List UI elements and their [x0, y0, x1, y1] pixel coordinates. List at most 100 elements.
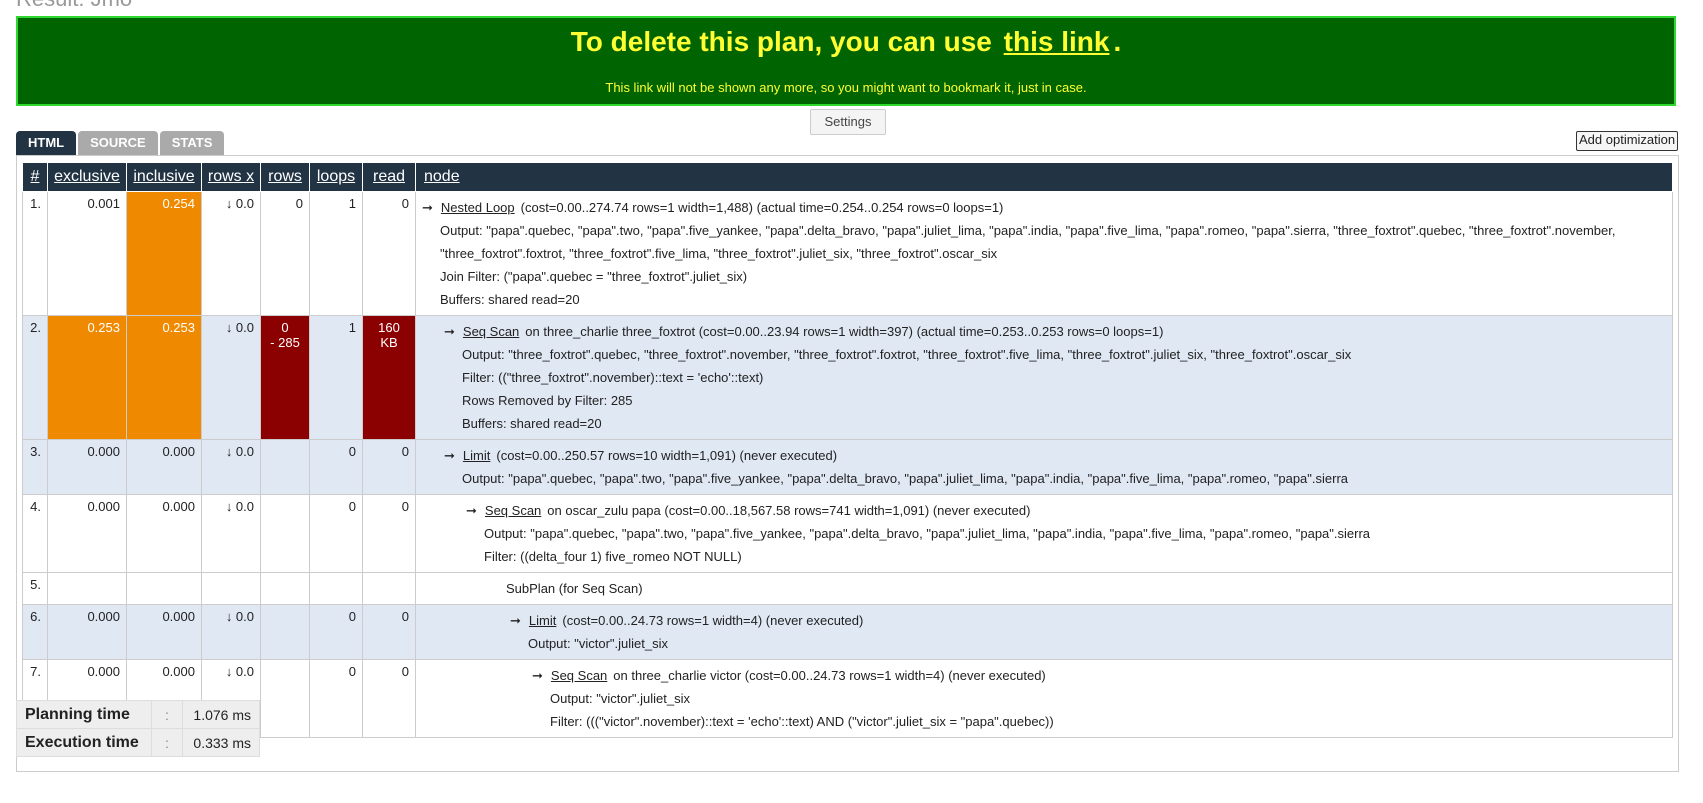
loops-cell: 0: [309, 604, 363, 660]
read-unit: KB: [380, 335, 398, 350]
exclusive-value: 0.253: [87, 320, 120, 335]
planning-time-label: Planning time: [16, 700, 152, 729]
read-cell: 160 KB: [362, 315, 416, 440]
node-detail-line: Output: "victor".juliet_six: [550, 691, 691, 706]
col-exclusive-header[interactable]: exclusive: [47, 162, 127, 192]
settings-button[interactable]: Settings: [810, 109, 886, 135]
inclusive-value: 0.000: [162, 664, 195, 679]
node-type-link[interactable]: Limit: [463, 448, 490, 463]
loops-cell: 0: [309, 659, 363, 738]
banner-text-after: .: [1113, 26, 1122, 57]
row-number: 6.: [22, 604, 48, 660]
delete-plan-link[interactable]: this link: [1004, 26, 1110, 57]
tab-html[interactable]: HTML: [16, 131, 77, 155]
inclusive-cell: 0.000: [126, 604, 202, 660]
read-value: 160: [378, 320, 400, 335]
rows-cell: [260, 494, 310, 573]
node-type-link[interactable]: Seq Scan: [463, 324, 519, 339]
inclusive-cell: 0.000: [126, 439, 202, 495]
row-number-text: 6.: [30, 609, 41, 624]
node-line: ➞ Limit (cost=0.00..24.73 rows=1 width=4) …: [510, 609, 1666, 632]
node-content: ➞ Nested Loop (cost=0.00..274.74 rows=1 wi…: [422, 196, 1666, 311]
col-rowsx-header[interactable]: rows x: [201, 162, 261, 192]
node-type-link[interactable]: Limit: [529, 613, 556, 628]
exclusive-cell: 0.000: [47, 604, 127, 660]
plan-row[interactable]: 1. 0.001 0.254 ↓ 0.0 0 1 0 ➞ Nested Loop (cost=0.…: [22, 191, 1673, 316]
planning-time-value: 1.076 ms: [182, 700, 260, 729]
node-cell: ➞ Seq Scan on three_charlie victor (cost=0…: [415, 659, 1673, 738]
node-detail-line: Output: "three_foxtrot".quebec, "three_f…: [462, 347, 1352, 362]
node-detail-line: Buffers: shared read=20: [462, 416, 602, 431]
loops-cell: 0: [309, 494, 363, 573]
node-summary: on three_charlie three_foxtrot (cost=0.0…: [525, 324, 1164, 339]
rows-cell: 0- 285: [260, 315, 310, 440]
planning-time-row: Planning time : 1.076 ms: [16, 700, 260, 729]
node-type-link[interactable]: Seq Scan: [485, 503, 541, 518]
plan-row[interactable]: 5. SubPlan (for Seq Scan): [22, 572, 1673, 605]
node-cell: ➞ Limit (cost=0.00..24.73 rows=1 width=4) …: [415, 604, 1673, 660]
node-type-link[interactable]: Nested Loop: [441, 200, 515, 215]
node-cell: ➞ Limit (cost=0.00..250.57 rows=10 width=1…: [415, 439, 1673, 495]
loops-cell: 0: [309, 439, 363, 495]
delete-plan-banner: To delete this plan, you can use this li…: [16, 16, 1676, 106]
read-cell: 0: [362, 604, 416, 660]
rows-removed-value: - 285: [270, 335, 300, 350]
planning-time-sep: :: [151, 700, 183, 729]
node-summary: (cost=0.00..250.57 rows=10 width=1,091) …: [496, 448, 838, 463]
arrow-right-icon: ➞: [444, 324, 455, 339]
arrow-right-icon: ➞: [466, 503, 477, 518]
exclusive-value: 0.001: [87, 196, 120, 211]
row-number: 4.: [22, 494, 48, 573]
tab-source[interactable]: SOURCE: [78, 131, 158, 155]
rows-value: 0: [281, 320, 289, 335]
node-detail-line: Output: "papa".quebec, "papa".two, "papa…: [462, 471, 1349, 486]
row-number-text: 2.: [30, 320, 41, 335]
col-read-header[interactable]: read: [362, 162, 416, 192]
col-inclusive-header[interactable]: inclusive: [126, 162, 202, 192]
arrow-right-icon: ➞: [422, 200, 433, 215]
col-rows-header[interactable]: rows: [260, 162, 310, 192]
node-summary: (cost=0.00..274.74 rows=1 width=1,488) (…: [520, 200, 1004, 215]
view-tabs: HTML SOURCE STATS: [16, 131, 226, 155]
rows-cell: [260, 572, 310, 605]
row-number: 1.: [22, 191, 48, 316]
loops-value: 1: [348, 196, 356, 211]
node-summary: (cost=0.00..24.73 rows=1 width=4) (never…: [562, 613, 864, 628]
loops-value: 0: [348, 444, 356, 459]
node-line: ➞ Nested Loop (cost=0.00..274.74 rows=1 wi…: [422, 196, 1666, 219]
rows-x-value: ↓ 0.0: [225, 499, 254, 514]
node-detail-line: Join Filter: ("papa".quebec = "three_fox…: [440, 269, 748, 284]
col-loops-header[interactable]: loops: [309, 162, 363, 192]
rows-x-value: ↓ 0.0: [225, 609, 254, 624]
node-detail-line: Output: "papa".quebec, "papa".two, "papa…: [484, 526, 1371, 541]
plan-row[interactable]: 7. 0.000 0.000 ↓ 0.0 0 0 ➞ Seq Scan on three_cha…: [22, 659, 1673, 738]
node-content: ➞ Seq Scan on three_charlie three_foxtrot …: [422, 320, 1666, 435]
rows-x-cell: [201, 572, 261, 605]
rows-x-value: ↓ 0.0: [225, 664, 254, 679]
plan-row[interactable]: 3. 0.000 0.000 ↓ 0.0 0 0 ➞ Limit (cost=0.00..250…: [22, 439, 1673, 495]
node-detail-line: Buffers: shared read=20: [440, 292, 580, 307]
rows-x-cell: ↓ 0.0: [201, 439, 261, 495]
inclusive-cell: 0.000: [126, 494, 202, 573]
row-number: 3.: [22, 439, 48, 495]
plan-row[interactable]: 2. 0.253 0.253 ↓ 0.0 0- 285 1 160 KB ➞ Seq Scan on…: [22, 315, 1673, 440]
col-num-header[interactable]: #: [22, 162, 48, 192]
node-detail-line: Output: "victor".juliet_six: [528, 636, 669, 651]
read-value: 0: [401, 664, 409, 679]
plan-row[interactable]: 6. 0.000 0.000 ↓ 0.0 0 0 ➞ Limit (cost=0.00..24.…: [22, 604, 1673, 660]
tab-stats[interactable]: STATS: [159, 131, 225, 155]
node-type-link[interactable]: Seq Scan: [551, 668, 607, 683]
row-number-text: 4.: [30, 499, 41, 514]
node-cell: ➞ Seq Scan on oscar_zulu papa (cost=0.00..…: [415, 494, 1673, 573]
node-content: SubPlan (for Seq Scan): [422, 577, 1666, 600]
plan-row[interactable]: 4. 0.000 0.000 ↓ 0.0 0 0 ➞ Seq Scan on oscar_zul…: [22, 494, 1673, 573]
node-line: ➞ Limit (cost=0.00..250.57 rows=10 width=1…: [444, 444, 1666, 467]
node-detail-line: Filter: ((delta_four 1) five_romeo NOT N…: [484, 549, 742, 564]
exclusive-cell: 0.000: [47, 494, 127, 573]
add-optimization-button[interactable]: Add optimization: [1576, 131, 1679, 151]
arrow-right-icon: ➞: [510, 613, 521, 628]
rows-cell: [260, 604, 310, 660]
col-node-header[interactable]: node: [415, 162, 1673, 192]
rows-x-value: ↓ 0.0: [225, 320, 254, 335]
inclusive-cell: 0.254: [126, 191, 202, 316]
